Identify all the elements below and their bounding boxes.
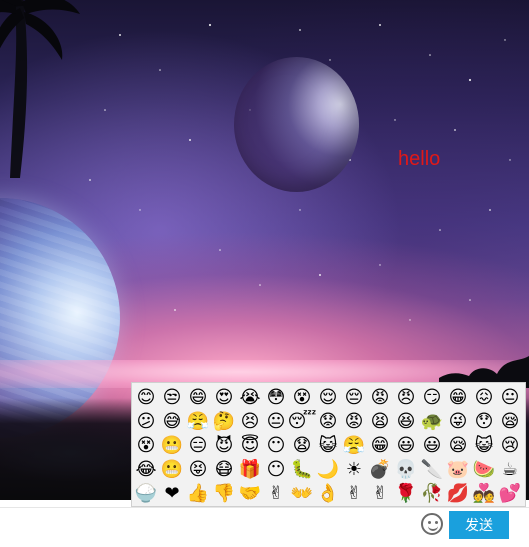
emoji-item[interactable]: 😢 [498,434,522,458]
emoji-item[interactable]: 💑 [472,482,496,506]
emoji-item[interactable]: 😶 [264,434,288,458]
emoji-item[interactable]: 😷 [212,458,236,482]
emoji-item[interactable]: 😄 [186,386,210,410]
emoji-item[interactable]: ✌ [368,482,392,506]
emoji-item[interactable]: 🥀 [420,482,444,506]
message-input-bar: 发送 [0,507,529,541]
emoji-item[interactable]: 😺 [472,434,496,458]
emoji-item[interactable]: 😳 [264,386,288,410]
emoji-item[interactable]: ☕ [498,458,522,482]
emoji-item[interactable]: 😁 [368,434,392,458]
emoji-item[interactable]: 😒 [160,386,184,410]
emoji-item[interactable]: 😶 [264,458,288,482]
emoji-item[interactable]: 💋 [446,482,470,506]
emoji-item[interactable]: 😯 [472,410,496,434]
emoji-item[interactable]: 👎 [212,482,236,506]
emoji-item[interactable]: 😭 [238,386,262,410]
bottom-strip [0,541,529,547]
emoji-item[interactable]: 😡 [368,386,392,410]
emoji-item[interactable]: 🌙 [316,458,340,482]
emoji-item[interactable]: 😐 [264,410,288,434]
emoji-item[interactable]: 😠 [394,386,418,410]
emoji-item[interactable]: 😌 [316,386,340,410]
emoji-item[interactable]: 💀 [394,458,418,482]
emoji-item[interactable]: 😬 [160,434,184,458]
emoji-item[interactable]: 😜 [446,410,470,434]
emoji-item[interactable]: 😅 [160,410,184,434]
palm-tree-silhouette [0,0,80,178]
emoji-item[interactable]: 😝 [186,458,210,482]
emoji-item[interactable]: 😃 [394,434,418,458]
emoji-item[interactable]: 🐢 [420,410,444,434]
emoji-item[interactable]: 😐 [498,386,522,410]
emoji-item[interactable]: 🔪 [420,458,444,482]
message-input[interactable] [0,508,426,541]
moon [234,57,359,192]
emoji-item[interactable]: 😟 [316,410,340,434]
emoji-item[interactable]: 💣 [368,458,392,482]
emoji-item[interactable]: 😵 [134,434,158,458]
emoji-item[interactable]: 💕 [498,482,522,506]
emoji-item[interactable]: 😴 [288,410,317,434]
emoji-item[interactable]: 😤 [342,434,366,458]
emoji-item[interactable]: 😡 [342,410,366,434]
emoji-item[interactable]: 😫 [368,410,392,434]
emoji-item[interactable]: 😧 [290,434,314,458]
emoji-grid: 😊 😒 😄 😍 😭 😳 😵 😌 😔 😡 😠 😏 😁 😖 😐 😕 😅 😤 🤔 😣 😐 😴 😟 😡 😫 😆 🐢 😜 😯 😪 😵 😬 😑 😈 😇 😶 😧 😺 😤 😁… [134,386,526,507]
emoji-item[interactable]: 😖 [472,386,496,410]
emoji-item[interactable]: 🍚 [134,482,158,506]
emoji-item[interactable]: 🤔 [212,410,236,434]
emoji-item[interactable]: 😆 [394,410,418,434]
emoji-item[interactable]: 😕 [134,410,158,434]
emoji-item[interactable]: 😺 [316,434,340,458]
emoji-item[interactable]: 😵 [290,386,314,410]
emoji-item[interactable]: 😇 [238,434,262,458]
emoji-item[interactable]: 🎁 [238,458,262,482]
emoji-item[interactable]: ❤ [160,482,184,506]
emoji-item[interactable]: 😑 [186,434,210,458]
emoji-item[interactable]: 🍉 [472,458,496,482]
emoji-item[interactable]: 👐 [290,482,314,506]
emoji-item[interactable]: 😪 [446,434,470,458]
emoji-item[interactable]: 👍 [186,482,210,506]
emoji-item[interactable]: 🌹 [394,482,418,506]
emoji-item[interactable]: 😍 [212,386,236,410]
emoji-item[interactable]: 😁 [446,386,470,410]
emoji-item[interactable]: ☀ [342,458,366,482]
emoji-item[interactable]: 😪 [498,410,522,434]
emoji-item[interactable]: 😂 [134,458,158,482]
emoji-item[interactable]: 👌 [316,482,340,506]
emoji-item[interactable]: 😣 [238,410,262,434]
emoji-item[interactable]: 😏 [420,386,444,410]
smile-icon[interactable] [421,513,443,535]
emoji-item[interactable]: 😔 [342,386,366,410]
emoji-item[interactable]: 😃 [420,434,444,458]
emoji-item[interactable]: 😬 [160,458,184,482]
emoji-item[interactable]: 😊 [134,386,158,410]
emoji-item[interactable]: 😈 [212,434,236,458]
chat-message-text: hello [398,148,441,170]
emoji-picker-panel: 😊 😒 😄 😍 😭 😳 😵 😌 😔 😡 😠 😏 😁 😖 😐 😕 😅 😤 🤔 😣 😐 😴 😟 😡 😫 😆 🐢 😜 😯 😪 😵 😬 😑 😈 😇 😶 😧 😺 😤 😁… [131,382,526,507]
emoji-item[interactable]: 🐷 [446,458,470,482]
send-button[interactable]: 发送 [449,511,509,539]
emoji-item[interactable]: ✌ [342,482,366,506]
emoji-item[interactable]: ✌ [264,482,288,506]
emoji-item[interactable]: 😤 [186,410,210,434]
emoji-item[interactable]: 🤝 [238,482,262,506]
emoji-item[interactable]: 🐛 [290,458,314,482]
